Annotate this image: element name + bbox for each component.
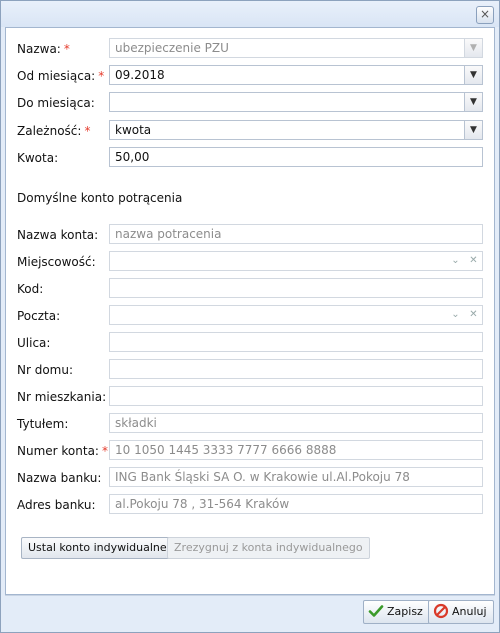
numer-konta-input[interactable]: 10 1050 1445 3333 7777 6666 8888 — [109, 440, 483, 460]
title-bar[interactable]: × — [1, 1, 499, 27]
chevron-down-icon[interactable]: ▼ — [464, 66, 482, 84]
chevron-down-icon[interactable]: ▼ — [464, 39, 482, 57]
nr-mieszkania-input[interactable] — [109, 386, 483, 406]
nazwa-konta-row: Nazwa konta: nazwa potracenia — [6, 224, 494, 248]
ulica-row: Ulica: — [6, 332, 494, 356]
ulica-input[interactable] — [109, 332, 483, 352]
chevron-down-icon[interactable]: ⌄ — [447, 306, 464, 324]
nazwa-konta-label: Nazwa konta: — [17, 228, 99, 242]
cancel-icon — [433, 603, 449, 619]
poczta-row: Poczta: ⌄ ✕ — [6, 305, 494, 329]
kwota-input[interactable]: 50,00 — [109, 147, 483, 167]
nr-mieszkania-label: Nr mieszkania: — [17, 390, 107, 404]
miejscowosc-combo[interactable]: ⌄ ✕ — [109, 251, 483, 271]
zaleznosc-value: kwota — [115, 123, 152, 137]
poczta-combo[interactable]: ⌄ ✕ — [109, 305, 483, 325]
close-icon[interactable]: × — [476, 6, 494, 24]
zaleznosc-label: Zależność: — [17, 124, 82, 138]
kod-label: Kod: — [17, 282, 44, 296]
adres-banku-label: Adres banku: — [17, 498, 96, 512]
nazwa-value: ubezpieczenie PZU — [115, 41, 229, 55]
cancel-button[interactable]: Anuluj — [428, 600, 494, 624]
nazwa-select[interactable]: ubezpieczenie PZU ▼ — [109, 38, 483, 58]
nazwa-konta-input[interactable]: nazwa potracenia — [109, 224, 483, 244]
numer-konta-value: 10 1050 1445 3333 7777 6666 8888 — [115, 443, 337, 457]
tytulem-value: składki — [115, 416, 157, 430]
od-miesiaca-select[interactable]: 09.2018 ▼ — [109, 65, 483, 85]
footer-divider — [5, 595, 495, 596]
required-marker: * — [98, 69, 105, 83]
zaleznosc-select[interactable]: kwota ▼ — [109, 120, 483, 140]
dialog-content: Nazwa: * ubezpieczenie PZU ▼ Od miesiąca:… — [5, 27, 495, 595]
clear-icon[interactable]: ✕ — [465, 252, 482, 270]
kod-row: Kod: — [6, 278, 494, 302]
ulica-label: Ulica: — [17, 336, 51, 350]
section-title: Domyślne konto potrącenia — [17, 191, 183, 205]
do-miesiaca-label: Do miesiąca: — [17, 96, 95, 110]
tytulem-input[interactable]: składki — [109, 413, 483, 433]
kod-input[interactable] — [109, 278, 483, 298]
nazwa-banku-input[interactable]: ING Bank Śląski SA O. w Krakowie ul.Al.P… — [109, 467, 483, 487]
nazwa-row: Nazwa: * ubezpieczenie PZU ▼ — [6, 38, 494, 62]
nr-domu-label: Nr domu: — [17, 363, 74, 377]
nazwa-banku-row: Nazwa banku: ING Bank Śląski SA O. w Kra… — [6, 467, 494, 491]
checkmark-icon — [368, 605, 384, 617]
zaleznosc-row: Zależność: * kwota ▼ — [6, 120, 494, 144]
clear-icon[interactable]: ✕ — [465, 306, 482, 324]
do-miesiaca-row: Do miesiąca: ▼ — [6, 92, 494, 116]
required-marker: * — [63, 42, 70, 56]
numer-konta-row: Numer konta: * 10 1050 1445 3333 7777 666… — [6, 440, 494, 464]
kwota-value: 50,00 — [115, 150, 150, 164]
adres-banku-input[interactable]: al.Pokoju 78 , 31-564 Kraków — [109, 494, 483, 514]
save-button-label: Zapisz — [387, 605, 423, 618]
adres-banku-value: al.Pokoju 78 , 31-564 Kraków — [115, 497, 290, 511]
kwota-row: Kwota: 50,00 — [6, 147, 494, 171]
chevron-down-icon[interactable]: ⌄ — [447, 252, 464, 270]
required-marker: * — [101, 444, 108, 458]
chevron-down-icon[interactable]: ▼ — [464, 121, 482, 139]
dialog-window: × Nazwa: * ubezpieczenie PZU ▼ Od miesiąc… — [0, 0, 500, 633]
nr-domu-input[interactable] — [109, 359, 483, 379]
miejscowosc-label: Miejscowość: — [17, 255, 96, 269]
zrezygnuj-button[interactable]: Zrezygnuj z konta indywidualnego — [167, 537, 370, 559]
nazwa-label: Nazwa: — [17, 42, 61, 56]
chevron-down-icon[interactable]: ▼ — [464, 93, 482, 111]
ustal-konto-button[interactable]: Ustal konto indywidualne — [21, 537, 174, 559]
tytulem-label: Tytułem: — [17, 417, 69, 431]
od-miesiaca-label: Od miesiąca: — [17, 69, 96, 83]
do-miesiaca-select[interactable]: ▼ — [109, 92, 483, 112]
nr-domu-row: Nr domu: — [6, 359, 494, 383]
nazwa-konta-value: nazwa potracenia — [115, 227, 222, 241]
adres-banku-row: Adres banku: al.Pokoju 78 , 31-564 Krakó… — [6, 494, 494, 518]
od-miesiaca-row: Od miesiąca: * 09.2018 ▼ — [6, 65, 494, 89]
poczta-label: Poczta: — [17, 309, 61, 323]
tytulem-row: Tytułem: składki — [6, 413, 494, 437]
od-miesiaca-value: 09.2018 — [115, 68, 165, 82]
nr-mieszkania-row: Nr mieszkania: — [6, 386, 494, 410]
save-button[interactable]: Zapisz — [363, 600, 430, 624]
required-marker: * — [84, 124, 91, 138]
kwota-label: Kwota: — [17, 151, 59, 165]
cancel-button-label: Anuluj — [452, 605, 487, 618]
nazwa-banku-label: Nazwa banku: — [17, 471, 102, 485]
miejscowosc-row: Miejscowość: ⌄ ✕ — [6, 251, 494, 275]
nazwa-banku-value: ING Bank Śląski SA O. w Krakowie ul.Al.P… — [115, 470, 410, 484]
numer-konta-label: Numer konta: — [17, 444, 99, 458]
